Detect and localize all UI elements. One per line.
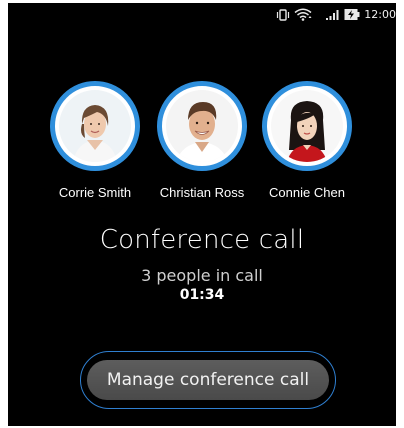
manage-conference-call-button[interactable]: Manage conference call xyxy=(87,360,329,400)
signal-icon xyxy=(326,9,340,20)
avatar[interactable] xyxy=(157,81,247,171)
status-icons: 12:00 xyxy=(276,8,396,21)
call-participant-count: 3 people in call xyxy=(141,266,263,285)
wifi-icon xyxy=(294,8,312,21)
man-smiling-photo xyxy=(166,90,238,162)
woman-long-hair-photo xyxy=(271,90,343,162)
status-bar: 12:00 xyxy=(8,3,396,29)
battery-charging-icon xyxy=(344,8,360,21)
vibrate-icon xyxy=(276,8,290,21)
call-timer: 01:34 xyxy=(179,287,225,303)
avatar[interactable] xyxy=(50,81,140,171)
participant-name: Corrie Smith xyxy=(58,185,132,200)
status-time: 12:00 xyxy=(364,8,396,21)
woman-short-hair-photo xyxy=(59,90,131,162)
manage-conference-button-outline: Manage conference call xyxy=(80,351,336,409)
participant-connie-chen[interactable]: Connie Chen xyxy=(252,81,362,200)
call-title: Conference call xyxy=(99,225,305,255)
call-screen: 12:00 Corrie Smith Christian Ross Connie… xyxy=(8,3,396,426)
participant-name: Connie Chen xyxy=(269,185,345,200)
participant-list: Corrie Smith Christian Ross Connie Chen xyxy=(8,81,396,211)
participant-christian-ross[interactable]: Christian Ross xyxy=(147,81,257,200)
participant-name: Christian Ross xyxy=(159,185,245,200)
participant-corrie-smith[interactable]: Corrie Smith xyxy=(40,81,150,200)
avatar[interactable] xyxy=(262,81,352,171)
